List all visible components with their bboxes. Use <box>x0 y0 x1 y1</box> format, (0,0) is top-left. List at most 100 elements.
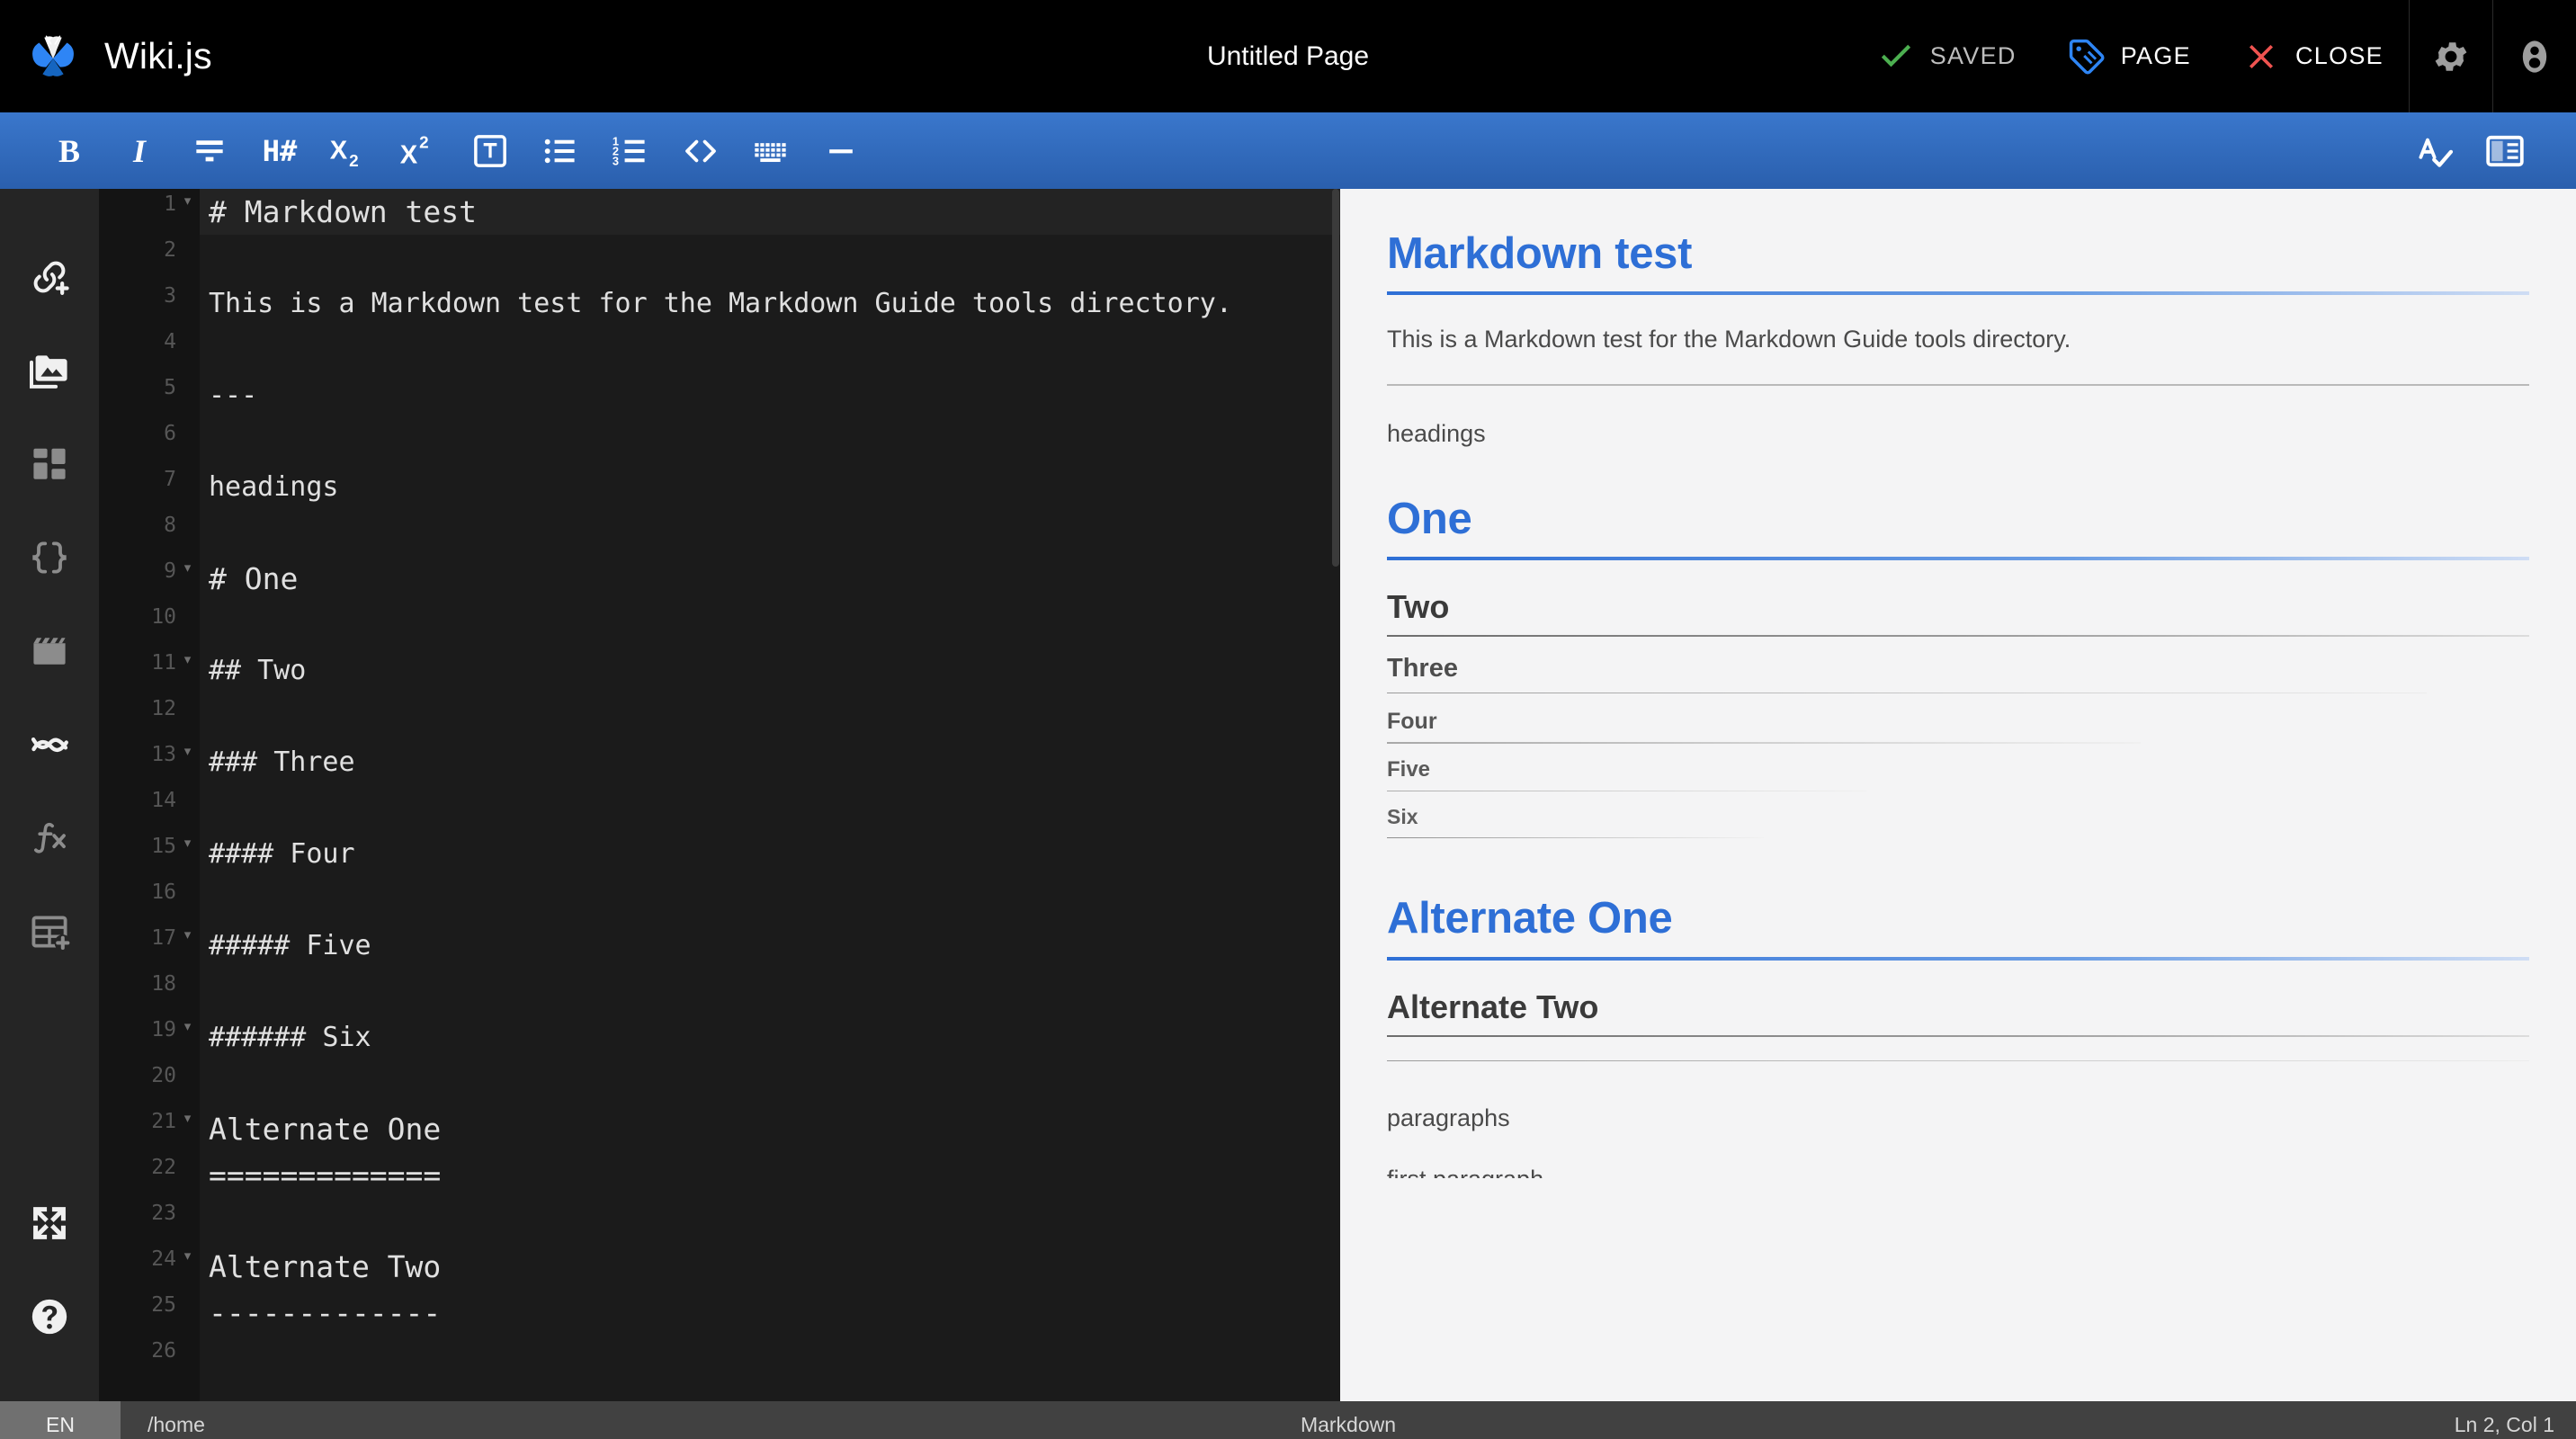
code-line[interactable]: # Markdown test <box>200 189 1340 235</box>
help-circle-icon <box>29 1296 70 1342</box>
line-number: 8 <box>164 514 176 537</box>
code-line[interactable]: ### Three <box>200 739 1340 785</box>
brand[interactable]: Wiki.js <box>0 29 212 85</box>
spellcheck-button[interactable] <box>2411 128 2458 174</box>
fold-arrow-icon[interactable]: ▾ <box>183 836 192 850</box>
gutter-line: 23▾ <box>99 1198 200 1244</box>
fold-arrow-icon[interactable]: ▾ <box>183 194 192 208</box>
code-line[interactable]: ###### Six <box>200 1014 1340 1060</box>
status-bar: EN /home Markdown Ln 2, Col 1 <box>0 1401 2576 1439</box>
fold-arrow-icon[interactable]: ▾ <box>183 1249 192 1263</box>
code-line[interactable] <box>200 510 1340 556</box>
close-editor-button[interactable]: CLOSE <box>2216 0 2409 112</box>
code-line[interactable]: ## Two <box>200 648 1340 693</box>
code-line[interactable]: This is a Markdown test for the Markdown… <box>200 281 1340 326</box>
fold-arrow-icon[interactable]: ▾ <box>183 1020 192 1033</box>
bulleted-list-button[interactable] <box>537 128 584 174</box>
code-line[interactable] <box>200 785 1340 831</box>
fold-arrow-icon[interactable]: ▾ <box>183 745 192 758</box>
toggle-preview-button[interactable] <box>2482 128 2528 174</box>
bold-button[interactable]: B <box>46 128 93 174</box>
workspace: 1▾2▾3▾4▾5▾6▾7▾8▾9▾10▾11▾12▾13▾14▾15▾16▾1… <box>0 189 2576 1401</box>
page-path[interactable]: /home <box>121 1413 205 1437</box>
keyboard-button[interactable] <box>747 128 794 174</box>
code-line[interactable]: Alternate Two <box>200 1244 1340 1290</box>
code-line-text: Alternate Two <box>209 1249 442 1284</box>
editor-scrollbar-thumb[interactable] <box>1332 189 1339 567</box>
fold-arrow-icon[interactable]: ▾ <box>183 928 192 942</box>
close-label: CLOSE <box>2294 42 2384 69</box>
text-box-button[interactable] <box>467 128 514 174</box>
code-line[interactable] <box>200 1336 1340 1381</box>
sidebar-item-insert-image[interactable] <box>14 326 85 419</box>
code-line[interactable]: Alternate One <box>200 1106 1340 1152</box>
code-line-text: Alternate One <box>209 1112 442 1147</box>
bold-icon: B <box>58 132 80 169</box>
line-number: 24 <box>151 1247 176 1271</box>
code-line[interactable] <box>200 877 1340 923</box>
heading-button[interactable]: H# <box>256 128 303 174</box>
code-tags-button[interactable] <box>677 128 724 174</box>
preview-heading-two-rule <box>1387 635 2529 638</box>
preview-heading-five-rule <box>1387 790 1867 792</box>
gutter-line: 6▾ <box>99 418 200 464</box>
sidebar-item-insert-video[interactable] <box>14 606 85 700</box>
code-line[interactable]: --- <box>200 372 1340 418</box>
code-area[interactable]: # Markdown test This is a Markdown test f… <box>200 189 1340 1401</box>
check-icon <box>1876 37 1916 76</box>
language-indicator[interactable]: EN <box>0 1401 121 1439</box>
code-line[interactable]: ##### Five <box>200 923 1340 969</box>
sidebar-item-insert-block[interactable] <box>14 419 85 513</box>
code-line[interactable] <box>200 602 1340 648</box>
sidebar-item-insert-code[interactable] <box>14 513 85 606</box>
saved-status-button[interactable]: SAVED <box>1851 0 2042 112</box>
sidebar-item-fullscreen[interactable] <box>14 1178 85 1272</box>
code-line[interactable] <box>200 1198 1340 1244</box>
sidebar-item-insert-diagram[interactable] <box>14 700 85 793</box>
line-number: 25 <box>151 1293 176 1317</box>
superscript-icon: X2 <box>398 130 442 173</box>
sidebar-top-items <box>14 189 85 980</box>
horizontal-rule-button[interactable] <box>818 128 864 174</box>
fold-arrow-icon[interactable]: ▾ <box>183 653 192 666</box>
sidebar-item-insert-math[interactable] <box>14 793 85 887</box>
tag-icon <box>2067 37 2106 76</box>
line-number: 9 <box>164 559 176 583</box>
superscript-button[interactable]: X2 <box>397 128 443 174</box>
gutter-line: 19 ▾ <box>99 1014 200 1060</box>
code-line[interactable]: headings <box>200 464 1340 510</box>
gutter-line: 21 ▾ <box>99 1106 200 1152</box>
sidebar-item-help[interactable] <box>14 1272 85 1365</box>
editor-scrollbar[interactable] <box>1331 189 1340 1401</box>
sidebar-item-insert-table[interactable] <box>14 887 85 980</box>
code-line[interactable] <box>200 693 1340 739</box>
code-line[interactable]: ------------- <box>200 1290 1340 1336</box>
italic-button[interactable]: I <box>116 128 163 174</box>
code-line[interactable] <box>200 326 1340 372</box>
code-line[interactable] <box>200 1060 1340 1106</box>
subscript-button[interactable]: X2 <box>326 128 373 174</box>
fold-arrow-icon[interactable]: ▾ <box>183 1112 192 1125</box>
gutter-line: 22▾ <box>99 1152 200 1198</box>
line-number: 6 <box>164 422 176 445</box>
code-line[interactable] <box>200 418 1340 464</box>
sidebar-item-insert-link[interactable] <box>14 232 85 326</box>
gutter-line: 20▾ <box>99 1060 200 1106</box>
fold-arrow-icon[interactable]: ▾ <box>183 561 192 575</box>
code-line[interactable]: # One <box>200 556 1340 602</box>
preview-spacer-4 <box>1387 1137 2529 1162</box>
strikethrough-icon <box>190 131 229 171</box>
numbered-list-icon: 123 <box>611 131 650 171</box>
code-line[interactable]: ============= <box>200 1152 1340 1198</box>
markdown-editor-pane[interactable]: 1▾2▾3▾4▾5▾6▾7▾8▾9▾10▾11▾12▾13▾14▾15▾16▾1… <box>99 189 1340 1401</box>
code-line[interactable] <box>200 969 1340 1014</box>
strikethrough-button[interactable] <box>186 128 233 174</box>
line-number: 20 <box>151 1064 176 1087</box>
code-line[interactable]: #### Four <box>200 831 1340 877</box>
page-properties-button[interactable]: PAGE <box>2042 0 2216 112</box>
heading-icon: H# <box>262 133 298 168</box>
code-line[interactable] <box>200 235 1340 281</box>
account-button[interactable] <box>2493 0 2576 112</box>
settings-button[interactable] <box>2410 0 2492 112</box>
numbered-list-button[interactable]: 123 <box>607 128 654 174</box>
